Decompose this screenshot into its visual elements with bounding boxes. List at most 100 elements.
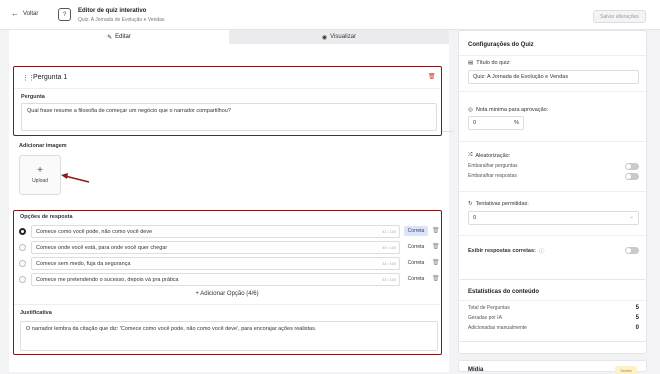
show-correct-label: Exibir respostas corretas: ⓘ <box>468 247 544 255</box>
refresh-icon: ↻ <box>468 201 473 207</box>
show-correct-toggle[interactable] <box>625 247 639 254</box>
correct-badge[interactable]: Correta <box>404 274 428 284</box>
answer-text: Comece sem medo, fuja da segurança <box>36 261 131 267</box>
trash-icon[interactable]: 🗑 <box>428 73 436 80</box>
correct-radio[interactable] <box>19 260 26 267</box>
image-label: Adicionar imagem <box>19 143 67 149</box>
tab-edit-label: Editar <box>115 34 131 40</box>
info-icon[interactable]: ⓘ <box>539 247 545 255</box>
randomization-label-text: Aleatorização: <box>475 152 511 159</box>
answer-input[interactable]: Comece me pretendendo o sucesso, depois … <box>31 273 400 286</box>
shuffle-questions-toggle[interactable] <box>625 163 639 170</box>
attempts-label: ↻ Tentativas permitidas: <box>468 201 529 207</box>
show-correct-label-text: Exibir respostas corretas: <box>468 248 536 254</box>
stats-title: Estatísticas do conteúdo <box>468 289 540 295</box>
quiz-title-input[interactable]: Quiz: A Jornada de Evolução e Vendas <box>468 70 639 84</box>
justification-input[interactable]: O narrador lembra da citação que diz: 'C… <box>20 321 438 351</box>
shuffle-answers-label: Embaralhar respostas <box>468 173 517 179</box>
char-count: 41 / 100 <box>382 230 396 234</box>
upload-button[interactable]: + Upload <box>19 155 61 195</box>
stat-label: Adicionadas manualmente <box>468 325 527 331</box>
answer-option: Comece como você pode, não como você dev… <box>19 225 440 238</box>
pencil-icon: ✎ <box>107 34 113 41</box>
randomization-label: ⤮ Aleatorização: <box>468 152 510 159</box>
trash-icon[interactable]: 🗑 <box>432 275 440 282</box>
stat-label: Geradas por IA <box>468 315 502 321</box>
correct-badge[interactable]: Correta <box>404 242 428 252</box>
answer-text: Comece me pretendendo o sucesso, depois … <box>36 277 179 283</box>
question-title: Pergunta 1 <box>33 74 68 81</box>
stats-panel: Estatísticas do conteúdo Total de Pergun… <box>458 279 648 342</box>
plus-icon: + <box>37 164 43 176</box>
stat-value: 5 <box>635 315 639 321</box>
plus-icon: + <box>195 291 199 297</box>
divider <box>459 141 648 142</box>
quiz-icon: ? <box>58 8 71 21</box>
media-tag: Sedes <box>615 366 637 374</box>
answer-input[interactable]: Comece como você pode, não como você dev… <box>31 225 400 238</box>
back-label: Voltar <box>23 11 39 17</box>
annotation-arrow-icon <box>61 173 90 183</box>
answer-input[interactable]: Comece onde você está, para onde você qu… <box>31 241 400 254</box>
eye-icon: ◉ <box>321 34 328 41</box>
answer-text: Comece onde você está, para onde você qu… <box>36 245 168 251</box>
stat-row: Geradas por IA 5 <box>468 315 639 321</box>
page-title: Editor de quiz interativo <box>78 8 147 14</box>
answers-label: Opções de resposta <box>20 214 73 220</box>
divider <box>459 191 648 192</box>
min-grade-label: ◎ Nota mínima para aprovação: <box>468 107 548 113</box>
correct-badge[interactable]: Correta <box>404 258 428 268</box>
char-count: 53 / 100 <box>382 278 396 282</box>
save-button[interactable]: Salvar alterações <box>593 10 646 23</box>
correct-radio[interactable] <box>19 228 26 235</box>
shuffle-questions-label: Embaralhar perguntas <box>468 163 518 169</box>
document-icon: ▤ <box>468 60 474 66</box>
char-count: 34 / 100 <box>382 262 396 266</box>
trash-icon[interactable]: 🗑 <box>432 243 440 250</box>
settings-title: Configurações do Quiz <box>468 42 534 48</box>
upload-label: Upload <box>32 177 48 184</box>
min-grade-value: 0 <box>473 120 477 126</box>
trash-icon[interactable]: 🗑 <box>432 227 440 234</box>
answer-input[interactable]: Comece sem medo, fuja da segurança 34 / … <box>31 257 400 270</box>
answer-option: Comece me pretendendo o sucesso, depois … <box>19 273 440 286</box>
tab-bar: ✎ Editar ◉ Visualizar <box>9 30 449 44</box>
correct-radio[interactable] <box>19 244 26 251</box>
divider <box>14 304 440 305</box>
correct-radio[interactable] <box>19 276 26 283</box>
stat-row: Total de Perguntas 5 <box>468 305 639 311</box>
answer-option: Comece onde você está, para onde você qu… <box>19 241 440 254</box>
media-title: Mídia <box>468 367 484 373</box>
stat-value: 5 <box>635 305 639 311</box>
quiz-title-label: ▤ Título do quiz: <box>468 60 511 66</box>
back-button[interactable]: ← Voltar <box>11 9 39 18</box>
percent-unit: % <box>514 120 519 126</box>
tab-preview-label: Visualizar <box>330 34 357 40</box>
answer-text: Comece como você pode, não como você dev… <box>36 229 153 235</box>
min-grade-label-text: Nota mínima para aprovação: <box>475 107 549 113</box>
add-option-button[interactable]: + Adicionar Opção (4/6) <box>14 291 440 297</box>
divider <box>14 88 440 89</box>
attempts-select[interactable]: 0 ⌄ <box>468 211 639 225</box>
divider <box>459 91 648 92</box>
min-grade-input[interactable]: 0 % <box>468 116 524 130</box>
attempts-value: 0 <box>473 215 477 221</box>
question-card: ⋮⋮ Pergunta 1 🗑 Pergunta Qual frase resu… <box>13 66 442 136</box>
tab-preview[interactable]: ◉ Visualizar <box>229 30 449 44</box>
answers-card: Opções de resposta Comece como você pode… <box>13 210 442 355</box>
arrow-left-icon: ← <box>11 9 19 18</box>
question-prompt-input[interactable]: Qual frase resume a filosofia de começar… <box>21 103 437 131</box>
correct-badge[interactable]: Correta <box>404 226 428 236</box>
trash-icon[interactable]: 🗑 <box>432 259 440 266</box>
chevron-down-icon: ⌄ <box>629 214 634 220</box>
char-count: 49 / 100 <box>382 246 396 250</box>
add-option-label: Adicionar Opção (4/6) <box>200 291 259 297</box>
page-subtitle: Quiz: A Jornada de Evolução e Vendas <box>78 17 165 23</box>
tab-edit[interactable]: ✎ Editar <box>9 30 229 44</box>
shuffle-answers-toggle[interactable] <box>625 173 639 180</box>
stat-label: Total de Perguntas <box>468 305 510 311</box>
media-panel: Mídia Sedes <box>458 360 647 374</box>
stat-value: 0 <box>635 325 639 331</box>
answer-option: Comece sem medo, fuja da segurança 34 / … <box>19 257 440 270</box>
shuffle-icon: ⤮ <box>468 152 473 158</box>
